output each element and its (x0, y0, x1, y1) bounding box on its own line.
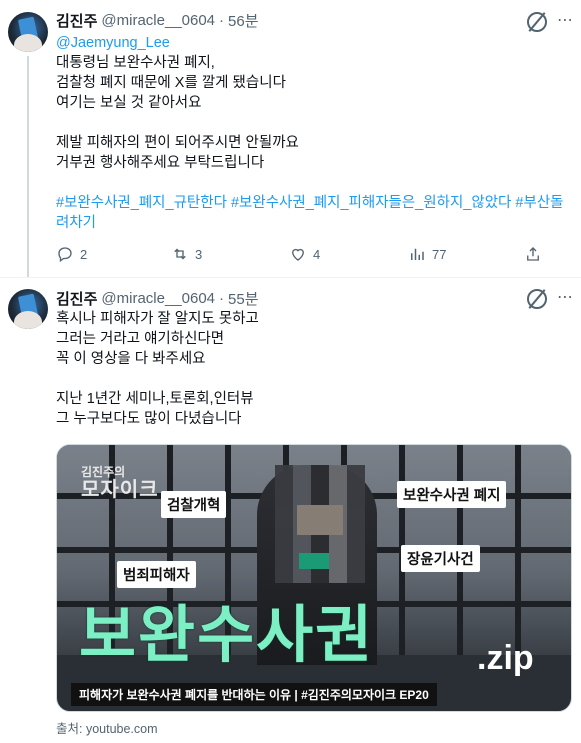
thumbnail-caption: 피해자가 보완수사권 폐지를 반대하는 이유 | #김진주의모자이크 EP20 (71, 683, 437, 706)
grok-icon[interactable] (527, 289, 547, 309)
tweet-1[interactable]: 김진주 @miracle__0604 · 56분 ⋯ @Jaemyung_Lee… (0, 0, 581, 278)
like-icon (292, 248, 304, 261)
tweet-text: 대통령님 보완수사권 폐지, 검찰청 폐지 때문에 X를 깔게 됐습니다 여기는… (56, 55, 299, 171)
grok-icon[interactable] (527, 12, 547, 32)
thumbnail-title: 보완수사권 (79, 601, 375, 670)
tweet-header: 김진주 @miracle__0604 · 55분 (56, 288, 259, 308)
avatar[interactable] (8, 289, 48, 329)
tweet-header: 김진주 @miracle__0604 · 56분 (56, 10, 259, 30)
label-crime-victim: 범죄피해자 (117, 561, 196, 588)
video-thumbnail[interactable]: 김진주의 모자이크 검찰개혁 보완수사권 폐지 범죄피해자 장윤기사건 보완수사… (56, 444, 572, 712)
tweet-text: 혹시나 피해자가 잘 알지도 못하고 그러는 거라고 얘기하신다면 꼭 이 영상… (56, 311, 259, 427)
separator-dot: · (219, 289, 225, 307)
reply-count: 2 (80, 246, 88, 262)
reply-button[interactable]: 2 (56, 245, 87, 263)
more-icon[interactable]: ⋯ (557, 287, 574, 307)
reply-icon (58, 247, 72, 263)
author-handle[interactable]: @miracle__0604 (101, 12, 215, 29)
views-count: 77 (432, 246, 447, 262)
author-name[interactable]: 김진주 (56, 288, 97, 309)
timestamp[interactable]: 55분 (228, 288, 259, 309)
tweet-divider (0, 277, 581, 278)
action-bar: 2 3 4 77 (56, 245, 571, 265)
views-icon (411, 248, 424, 260)
repost-icon (174, 248, 186, 260)
author-name[interactable]: 김진주 (56, 10, 97, 31)
share-icon (527, 247, 539, 261)
thumbnail-zip: .zip (477, 639, 534, 677)
avatar[interactable] (8, 12, 48, 52)
show-logo: 김진주의 모자이크 (81, 465, 159, 501)
label-case: 장윤기사건 (401, 545, 480, 572)
thread-line (27, 56, 29, 278)
views-button[interactable]: 77 (408, 245, 446, 263)
hashtags[interactable]: #보완수사권_폐지_규탄한다 #보완수사권_폐지_피해자들은_원하지_않았다 #… (56, 193, 571, 233)
author-handle[interactable]: @miracle__0604 (101, 290, 215, 307)
repost-count: 3 (195, 246, 203, 262)
media-source[interactable]: 출처: youtube.com (56, 718, 158, 737)
mention-link[interactable]: @Jaemyung_Lee (56, 33, 170, 53)
like-count: 4 (313, 246, 321, 262)
timestamp[interactable]: 56분 (228, 10, 259, 31)
label-prosecution-reform: 검찰개혁 (161, 491, 227, 518)
mosaic-face (275, 465, 365, 583)
like-button[interactable]: 4 (289, 245, 320, 263)
separator-dot: · (219, 11, 225, 29)
repost-button[interactable]: 3 (171, 245, 202, 263)
label-supplementary-investigation: 보완수사권 폐지 (397, 481, 507, 508)
share-button[interactable] (524, 245, 548, 263)
more-icon[interactable]: ⋯ (557, 10, 574, 30)
